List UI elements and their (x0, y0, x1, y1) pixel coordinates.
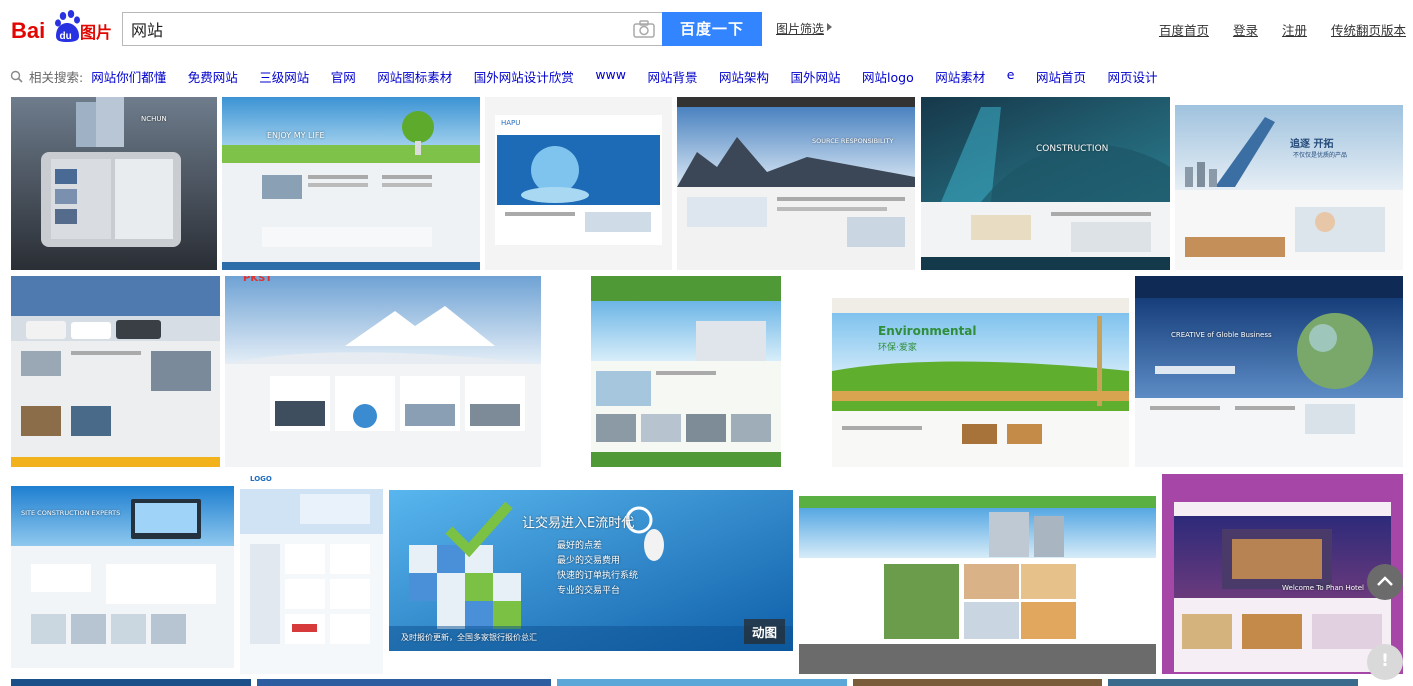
thumbnail-caption: 最少的交易费用 (557, 556, 621, 566)
triangle-right-icon (827, 23, 832, 31)
thumbnail-caption: 专业的交易平台 (557, 586, 621, 596)
related-link[interactable]: 三级网站 (259, 67, 309, 86)
thumbnail-caption: NCHUN (141, 115, 167, 123)
related-link[interactable]: 网站你们都懂 (91, 67, 166, 86)
image-result[interactable]: 追逐 开拓 不仅仅是优质的产品 (1175, 97, 1403, 270)
image-result[interactable]: SITE CONSTRUCTION EXPERTS (11, 474, 234, 668)
search-button[interactable]: 百度一下 (662, 12, 762, 46)
image-result[interactable]: 让交易进入E流时代 最好的点差 最少的交易费用 快速的订单执行系统 专业的交易平… (389, 490, 793, 651)
logo-text-du: du (60, 31, 72, 42)
thumbnail-caption: 快速的订单执行系统 (557, 571, 639, 581)
thumbnail-caption: 不仅仅是优质的产品 (1293, 152, 1348, 159)
image-result[interactable]: ENJOY MY LIFE (222, 97, 480, 270)
image-result[interactable]: HAPU (485, 97, 672, 270)
top-link-login[interactable]: 登录 (1233, 20, 1258, 39)
related-searches: 相关搜索: 网站你们都懂 免费网站 三级网站 官网 网站图标素材 国外网站设计欣… (10, 66, 1179, 86)
related-links: 网站你们都懂 免费网站 三级网站 官网 网站图标素材 国外网站设计欣赏 www … (91, 67, 1179, 86)
related-link[interactable]: 网站素材 (935, 67, 985, 86)
top-link-baidu-home[interactable]: 百度首页 (1159, 20, 1209, 39)
search-icon (10, 70, 23, 83)
image-result[interactable]: Environmental 环保·爱家 (832, 276, 1129, 467)
image-result[interactable]: NCHUN (11, 97, 217, 270)
feedback-button[interactable]: ! (1367, 644, 1403, 680)
image-result[interactable]: SOURCE RESPONSIBILITY (677, 97, 915, 270)
image-result[interactable] (11, 679, 251, 686)
image-result[interactable] (546, 276, 826, 467)
thumbnail-caption: SITE CONSTRUCTION EXPERTS (21, 509, 121, 517)
image-result[interactable] (257, 679, 551, 686)
related-link[interactable]: 网站架构 (719, 67, 769, 86)
related-link[interactable]: 免费网站 (188, 67, 238, 86)
image-result[interactable] (11, 276, 220, 467)
exclamation-icon: ! (1381, 651, 1389, 671)
animated-gif-badge: 动图 (743, 619, 785, 644)
related-link[interactable]: 网站logo (862, 67, 914, 86)
camera-icon[interactable] (633, 20, 655, 38)
thumbnail-caption: 让交易进入E流时代 (522, 516, 635, 531)
thumbnail-caption: CONSTRUCTION (1036, 144, 1109, 154)
image-result[interactable]: CREATIVE of Globle Business (1135, 276, 1403, 467)
baidu-image-logo[interactable]: Bai du 图片 (11, 8, 113, 44)
search-box (122, 12, 662, 46)
thumbnail-caption: Welcome To Phan Hotel (1282, 584, 1364, 592)
top-links: 百度首页 登录 注册 传统翻页版本 (1159, 20, 1406, 39)
image-result[interactable] (799, 474, 1156, 674)
search-input[interactable] (131, 13, 621, 45)
related-link[interactable]: 国外网站设计欣赏 (474, 67, 574, 86)
related-link[interactable]: 网页设计 (1107, 67, 1157, 86)
thumbnail-caption: HAPU (501, 119, 521, 127)
related-label: 相关搜索: (29, 69, 84, 85)
thumbnail-caption: Environmental (878, 324, 977, 338)
related-link[interactable]: 官网 (331, 67, 356, 86)
chevron-up-icon (1377, 576, 1393, 586)
top-link-classic-version[interactable]: 传统翻页版本 (1331, 20, 1406, 39)
image-filter-link[interactable]: 图片筛选 (776, 20, 824, 37)
image-result[interactable]: CONSTRUCTION (921, 97, 1170, 270)
thumbnail-caption: SOURCE RESPONSIBILITY (812, 137, 894, 145)
thumbnail-caption: 及时报价更新，全国多家银行报价总汇 (401, 633, 537, 642)
image-result[interactable]: LOGO (240, 474, 383, 674)
top-link-register[interactable]: 注册 (1282, 20, 1307, 39)
back-to-top-button[interactable] (1367, 564, 1403, 600)
related-link[interactable]: 网站背景 (647, 67, 697, 86)
image-result[interactable] (557, 679, 847, 686)
image-result[interactable]: PKST (225, 276, 541, 467)
thumbnail-caption: 最好的点差 (557, 541, 603, 551)
related-link[interactable]: www (595, 67, 626, 86)
image-grid: NCHUN ENJOY MY LIFE HAPU SOURCE RESPONSI… (0, 0, 1413, 686)
logo-text-bai: Bai (11, 18, 45, 43)
related-link[interactable]: 国外网站 (791, 67, 841, 86)
thumbnail-caption: LOGO (250, 475, 272, 483)
header: Bai du 图片 百度一下 图片筛选 百度首页 登录 注册 传统翻页版本 (0, 0, 1413, 56)
related-link[interactable]: 网站首页 (1036, 67, 1086, 86)
related-link[interactable]: 网站图标素材 (377, 67, 452, 86)
thumbnail-caption: PKST (243, 276, 273, 284)
logo-text-tupian: 图片 (80, 23, 112, 42)
thumbnail-caption: 环保·爱家 (878, 343, 917, 353)
related-link[interactable]: e (1007, 67, 1015, 86)
thumbnail-caption: 追逐 开拓 (1290, 139, 1334, 150)
image-result[interactable] (1108, 679, 1358, 686)
thumbnail-caption: ENJOY MY LIFE (267, 131, 325, 140)
thumbnail-caption: CREATIVE of Globle Business (1171, 331, 1272, 339)
image-result[interactable] (853, 679, 1102, 686)
